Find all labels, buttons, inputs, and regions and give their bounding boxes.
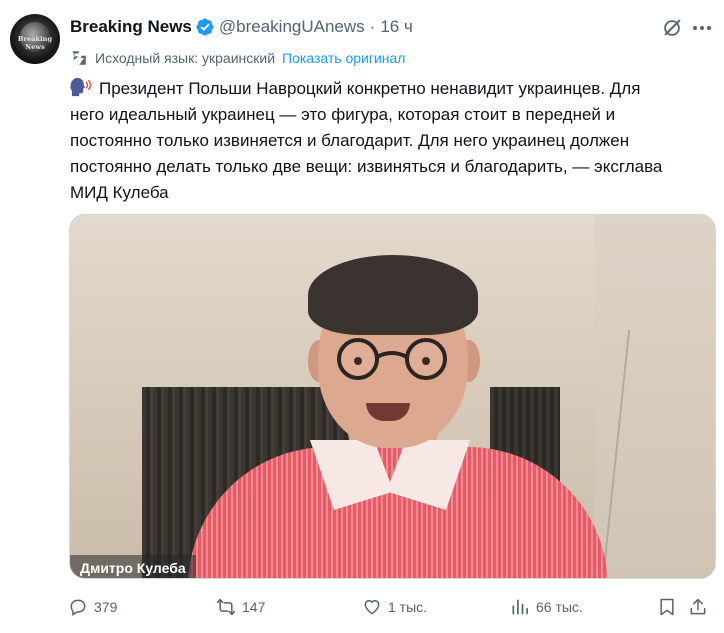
verified-badge-icon	[195, 17, 215, 37]
translate-icon	[72, 51, 86, 65]
glasses-graphic	[337, 338, 447, 380]
action-bar: 379 147 1 тыс. 66 тыс.	[64, 592, 714, 622]
share-button[interactable]	[688, 594, 714, 620]
translation-row: Исходный язык: украинский Показать ориги…	[70, 47, 405, 69]
tweet-text-line-4: постоянно делать только две вещи: извиня…	[70, 157, 663, 176]
repost-icon	[216, 598, 236, 616]
timestamp[interactable]: 16 ч	[380, 17, 413, 37]
show-original-link[interactable]: Показать оригинал	[282, 50, 405, 66]
separator-dot: ·	[369, 17, 376, 36]
source-language-label: Исходный язык: украинский	[95, 50, 276, 66]
video-caption: Дмитро Кулеба	[70, 555, 196, 578]
grok-icon[interactable]	[661, 17, 683, 39]
heart-icon	[364, 600, 380, 615]
tweet-text-line-2: него идеальный украинец — это фигура, ко…	[70, 105, 616, 124]
share-icon	[690, 598, 706, 615]
view-count: 66 тыс.	[536, 599, 583, 615]
avatar-logo-text: Breaking News	[17, 35, 53, 51]
author-handle[interactable]: @breakingUAnews	[219, 17, 365, 37]
like-count: 1 тыс.	[388, 599, 428, 615]
repost-button[interactable]: 147	[216, 594, 265, 620]
reply-count: 379	[94, 599, 118, 615]
reply-button[interactable]: 379	[68, 594, 117, 620]
views-chart-icon	[512, 599, 528, 615]
person-hair	[308, 255, 478, 335]
tweet-text-line: Президент Польши Навроцкий конкретно нен…	[70, 76, 710, 102]
views-button[interactable]: 66 тыс.	[510, 594, 583, 620]
tweet-header: Breaking News @breakingUAnews · 16 ч	[70, 15, 413, 39]
tweet-text-line-1: Президент Польши Навроцкий конкретно нен…	[99, 79, 641, 98]
tweet-text-line-3: постоянно только извиняется и благодарит…	[70, 131, 630, 150]
video-player[interactable]: Дмитро Кулеба	[69, 214, 716, 579]
like-button[interactable]: 1 тыс.	[362, 594, 427, 620]
bookmark-icon	[660, 598, 674, 616]
tweet-text: Президент Польши Навроцкий конкретно нен…	[70, 76, 710, 206]
bookmark-button[interactable]	[657, 594, 683, 620]
avatar[interactable]: Breaking News	[10, 14, 60, 64]
author-name[interactable]: Breaking News	[70, 17, 192, 37]
tweet-text-line-5: МИД Кулеба	[70, 183, 169, 202]
more-options-icon[interactable]	[690, 16, 714, 40]
repost-count: 147	[242, 599, 266, 615]
background-wall-right	[595, 215, 715, 578]
reply-icon	[70, 599, 86, 616]
speaking-head-emoji-icon	[70, 77, 92, 97]
